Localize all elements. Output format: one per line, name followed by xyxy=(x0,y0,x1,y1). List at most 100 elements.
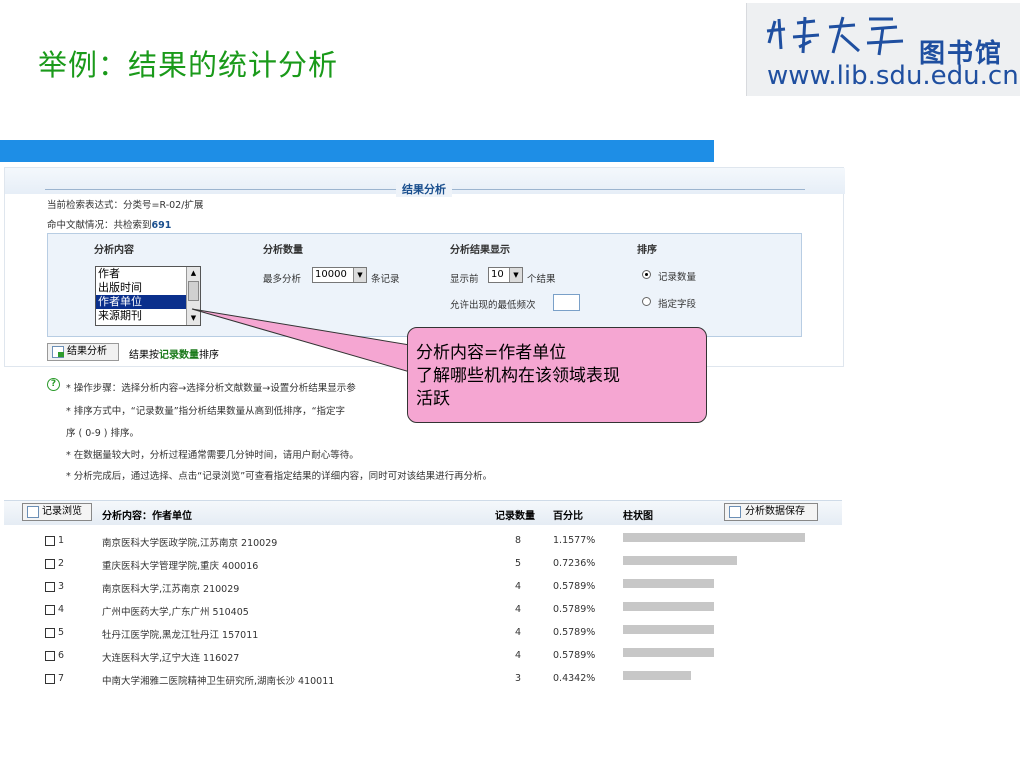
col-head-display: 分析结果显示 xyxy=(450,245,510,256)
row-bar xyxy=(623,533,805,542)
row-institution: 牡丹江医学院,黑龙江牡丹江 157011 xyxy=(102,630,259,641)
query-label: 当前检索表达式： xyxy=(47,200,124,211)
calligraphy-logo xyxy=(766,16,904,56)
results-count-header: 记录数量 xyxy=(495,511,535,522)
row-number: 5 xyxy=(58,627,65,638)
row-count: 4 xyxy=(515,604,522,615)
row-bar xyxy=(623,556,737,565)
count-suffix: 条记录 xyxy=(371,274,400,285)
table-row: 1 南京医科大学医政学院,江苏南京 210029 8 1.1577% xyxy=(0,530,1024,553)
listbox-option-pubdate[interactable]: 出版时间 xyxy=(96,281,186,295)
row-number: 2 xyxy=(58,558,65,569)
sort-radio-record-count[interactable] xyxy=(642,270,651,279)
row-checkbox[interactable] xyxy=(45,559,55,569)
browse-icon xyxy=(27,506,39,518)
table-row: 7 中南大学湘雅二医院精神卫生研究所,湖南长沙 410011 3 0.4342% xyxy=(0,668,1024,691)
query-value: 分类号=R-02/扩展 xyxy=(123,200,204,211)
slide-title: 举例：结果的统计分析 xyxy=(38,48,339,82)
row-number: 3 xyxy=(58,581,65,592)
row-institution: 大连医科大学,辽宁大连 116027 xyxy=(102,653,240,664)
row-percent: 0.4342% xyxy=(553,673,596,684)
results-bar-header: 柱状图 xyxy=(623,511,653,522)
hits-label: 命中文献情况： xyxy=(47,220,114,231)
chevron-down-icon[interactable]: ▼ xyxy=(509,268,522,282)
row-number: 1 xyxy=(58,535,65,546)
row-percent: 0.5789% xyxy=(553,650,596,661)
row-checkbox[interactable] xyxy=(45,605,55,615)
sort-radio-field[interactable] xyxy=(642,297,651,306)
row-count: 3 xyxy=(515,673,522,684)
results-pct-header: 百分比 xyxy=(553,511,583,522)
listbox-option-author[interactable]: 作者 xyxy=(96,267,186,281)
panel-title: 结果分析 xyxy=(396,181,452,197)
row-percent: 0.5789% xyxy=(553,581,596,592)
row-number: 7 xyxy=(58,673,65,684)
row-percent: 1.1577% xyxy=(553,535,596,546)
row-number: 6 xyxy=(58,650,65,661)
scroll-up-icon[interactable]: ▲ xyxy=(189,269,198,278)
sdu-library-logo: 图书馆 www.lib.sdu.edu.cn xyxy=(746,3,1020,96)
row-bar xyxy=(623,602,714,611)
display-count-value: 10 xyxy=(491,269,504,280)
row-checkbox[interactable] xyxy=(45,536,55,546)
hits-count: 691 xyxy=(151,220,172,231)
min-frequency-input[interactable] xyxy=(553,294,580,311)
row-count: 4 xyxy=(515,650,522,661)
browse-button-label: 记录浏览 xyxy=(42,506,82,517)
sort-note-prefix: 结果按 xyxy=(129,350,159,361)
save-button-label: 分析数据保存 xyxy=(745,506,805,517)
help-line-1: * 操作步骤：选择分析内容→选择分析文献数量→设置分析结果显示参 xyxy=(66,383,356,394)
row-count: 4 xyxy=(515,627,522,638)
header-bar xyxy=(0,140,714,162)
listbox-option-affiliation[interactable]: 作者单位 xyxy=(96,295,186,309)
row-percent: 0.5789% xyxy=(553,604,596,615)
chevron-down-icon[interactable]: ▼ xyxy=(353,268,366,282)
browse-records-button[interactable]: 记录浏览 xyxy=(22,503,92,521)
row-bar xyxy=(623,671,691,680)
annotation-callout: 分析内容=作者单位 了解哪些机构在该领域表现 活跃 xyxy=(407,327,707,423)
listbox-option-journal[interactable]: 来源期刊 xyxy=(96,309,186,323)
row-count: 8 xyxy=(515,535,522,546)
results-content-header: 分析内容：作者单位 xyxy=(102,511,192,522)
min-frequency-label: 允许出现的最低频次 xyxy=(450,300,536,311)
col-head-sort: 排序 xyxy=(637,245,657,256)
display-suffix: 个结果 xyxy=(527,274,556,285)
col-head-content: 分析内容 xyxy=(94,245,134,256)
analyze-icon xyxy=(52,346,64,358)
row-percent: 0.5789% xyxy=(553,627,596,638)
row-checkbox[interactable] xyxy=(45,674,55,684)
row-checkbox[interactable] xyxy=(45,651,55,661)
table-row: 4 广州中医药大学,广东广州 510405 4 0.5789% xyxy=(0,599,1024,622)
row-institution: 南京医科大学,江苏南京 210029 xyxy=(102,584,240,595)
hit-summary: 命中文献情况：共检索到691 xyxy=(47,217,171,231)
display-prefix: 显示前 xyxy=(450,274,479,285)
count-prefix: 最多分析 xyxy=(263,274,302,285)
row-institution: 南京医科大学医政学院,江苏南京 210029 xyxy=(102,538,278,549)
help-icon: ? xyxy=(47,378,60,391)
analyze-button[interactable]: 结果分析 xyxy=(47,343,119,361)
sort-label-field: 指定字段 xyxy=(658,299,697,310)
hits-text: 共检索到 xyxy=(113,220,152,231)
sort-label-record-count: 记录数量 xyxy=(658,272,697,283)
row-bar xyxy=(623,625,714,634)
query-expression: 当前检索表达式：分类号=R-02/扩展 xyxy=(47,197,203,211)
save-icon xyxy=(729,506,741,518)
help-line-5: * 分析完成后，通过选择、点击“记录浏览”可查看指定结果的详细内容，同时可对该结… xyxy=(66,471,493,482)
row-checkbox[interactable] xyxy=(45,628,55,638)
row-institution: 广州中医药大学,广东广州 510405 xyxy=(102,607,249,618)
row-bar xyxy=(623,579,714,588)
callout-line-2: 了解哪些机构在该领域表现 xyxy=(416,366,620,386)
row-bar xyxy=(623,648,714,657)
help-line-3: 序 ( 0-9 ) 排序。 xyxy=(66,428,140,439)
scrollbar-thumb[interactable] xyxy=(188,281,199,301)
callout-line-1: 分析内容=作者单位 xyxy=(416,343,567,363)
analysis-count-select[interactable]: 10000 ▼ xyxy=(312,267,367,283)
help-line-4: * 在数据量较大时，分析过程通常需要几分钟时间，请用户耐心等待。 xyxy=(66,450,359,461)
display-count-select[interactable]: 10 ▼ xyxy=(488,267,523,283)
library-url: www.lib.sdu.edu.cn xyxy=(767,61,1019,91)
analyze-button-label: 结果分析 xyxy=(67,346,107,357)
callout-pointer xyxy=(191,308,411,373)
row-checkbox[interactable] xyxy=(45,582,55,592)
save-analysis-button[interactable]: 分析数据保存 xyxy=(724,503,818,521)
row-count: 5 xyxy=(515,558,522,569)
